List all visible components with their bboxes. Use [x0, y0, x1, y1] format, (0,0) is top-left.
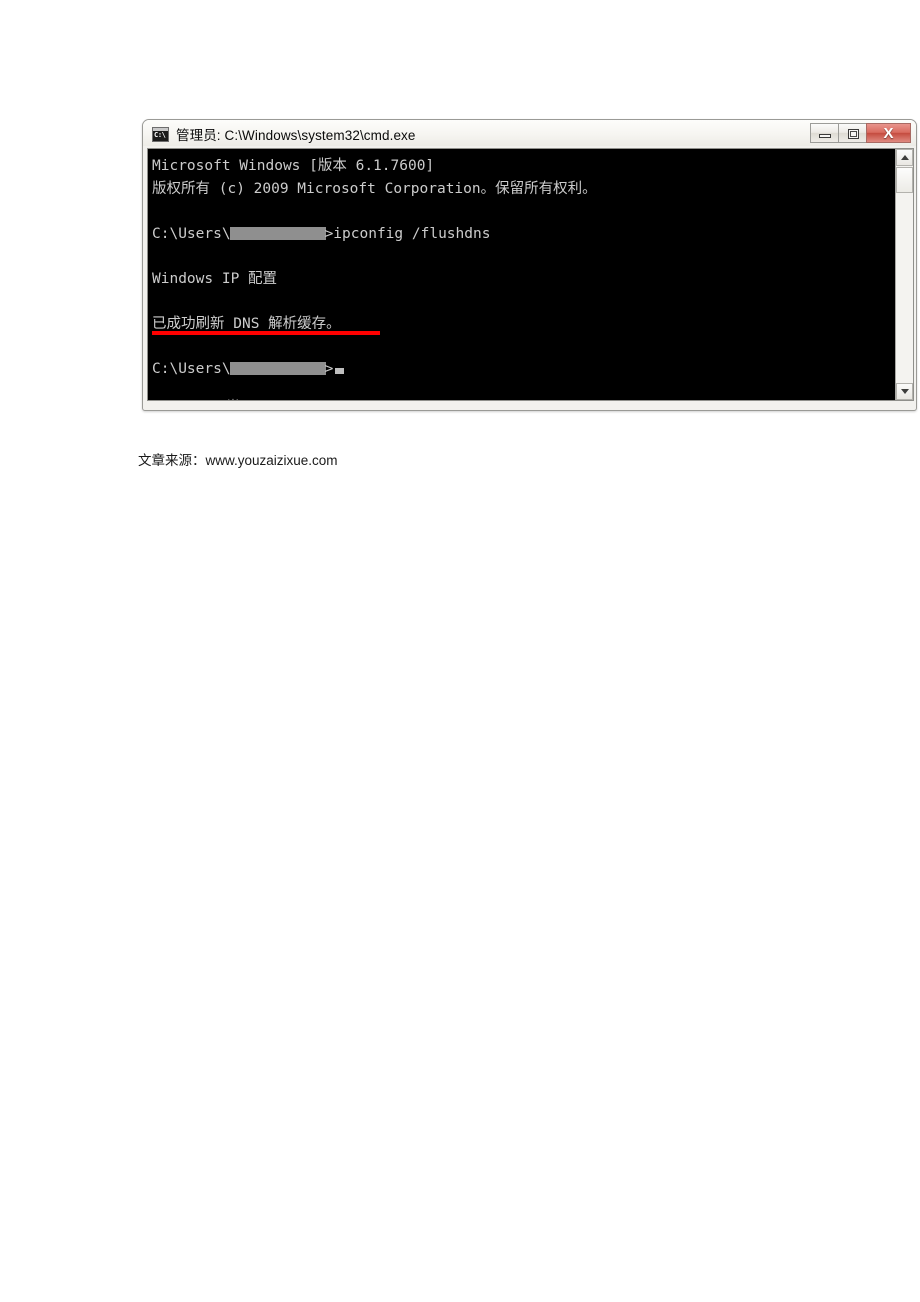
text-cursor — [335, 367, 345, 374]
scroll-down-arrow-icon — [900, 389, 909, 394]
source-label: 文章来源： — [138, 453, 206, 469]
scroll-up-arrow-icon — [900, 155, 909, 160]
maximize-icon — [848, 129, 859, 139]
window-titlebar[interactable]: C:\ 管理员: C:\Windows\system32\cmd.exe — [143, 120, 916, 148]
console-line-banner-copyright: 版权所有 (c) 2009 Microsoft Corporation。保留所有… — [152, 180, 597, 197]
close-icon: X — [883, 124, 894, 142]
prompt-prefix: C:\Users\ — [152, 225, 231, 242]
prompt-caret: > — [324, 360, 334, 377]
window-title: 管理员: C:\Windows\system32\cmd.exe — [176, 128, 416, 143]
red-underline-annotation — [152, 331, 380, 335]
console-line-banner-version: Microsoft Windows [版本 6.1.7600] — [152, 158, 435, 174]
console-line-blank-1 — [152, 200, 895, 223]
minimize-icon — [819, 134, 831, 138]
cmd-console-icon: C:\ — [152, 126, 169, 142]
scrollbar-track[interactable] — [896, 166, 913, 383]
console-output-area[interactable]: Microsoft Windows [版本 6.1.7600] 版权所有 (c)… — [148, 149, 895, 400]
console-line-output-heading: Windows IP 配置 — [152, 270, 278, 287]
console-line-blank-2 — [152, 245, 895, 268]
close-button[interactable]: X — [866, 123, 911, 143]
icon-prompt-text: C:\ — [154, 130, 166, 139]
scrollbar-thumb[interactable] — [896, 167, 913, 193]
prompt-prefix-idle: C:\Users\ — [152, 360, 231, 377]
maximize-button[interactable] — [838, 123, 867, 143]
cmd-console-window[interactable]: C:\ 管理员: C:\Windows\system32\cmd.exe X M… — [142, 119, 917, 411]
console-line-blank-3 — [152, 290, 895, 313]
redacted-username-idle — [229, 361, 326, 375]
console-line-blank-4 — [152, 335, 895, 358]
minimize-button[interactable] — [810, 123, 839, 143]
console-line-blank-5 — [152, 380, 895, 400]
prompt-command-text: >ipconfig /flushdns — [324, 225, 491, 242]
console-frame: Microsoft Windows [版本 6.1.7600] 版权所有 (c)… — [147, 148, 914, 401]
console-artifact-text: 半: — [226, 396, 245, 400]
scroll-up-button[interactable] — [896, 149, 913, 166]
console-line-prompt-idle: C:\Users\ > — [152, 358, 895, 381]
article-source-note: 文章来源：www.youzaizixue.com — [138, 449, 338, 469]
scroll-down-button[interactable] — [896, 383, 913, 400]
window-controls[interactable]: X — [810, 123, 911, 143]
redacted-username — [229, 226, 326, 240]
console-line-prompt-command: C:\Users\ >ipconfig /flushdns — [152, 223, 895, 246]
console-vertical-scrollbar[interactable] — [895, 149, 913, 400]
source-url: www.youzaizixue.com — [205, 453, 338, 468]
